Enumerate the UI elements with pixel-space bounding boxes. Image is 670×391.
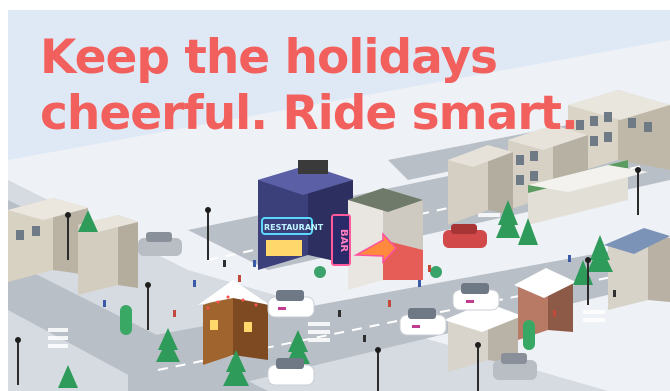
bar-sign-text: BAR bbox=[338, 229, 349, 252]
headline-line-2: cheerful. Ride smart. bbox=[40, 86, 579, 141]
headline: Keep the holidays cheerful. Ride smart. bbox=[40, 30, 579, 142]
headline-line-1: Keep the holidays bbox=[40, 30, 498, 85]
holiday-ad-banner[interactable]: RESTAURANT BAR Keep the holidays cheerfu… bbox=[8, 10, 670, 391]
building-icon bbox=[8, 198, 88, 282]
restaurant-sign-text: RESTAURANT bbox=[264, 223, 324, 232]
